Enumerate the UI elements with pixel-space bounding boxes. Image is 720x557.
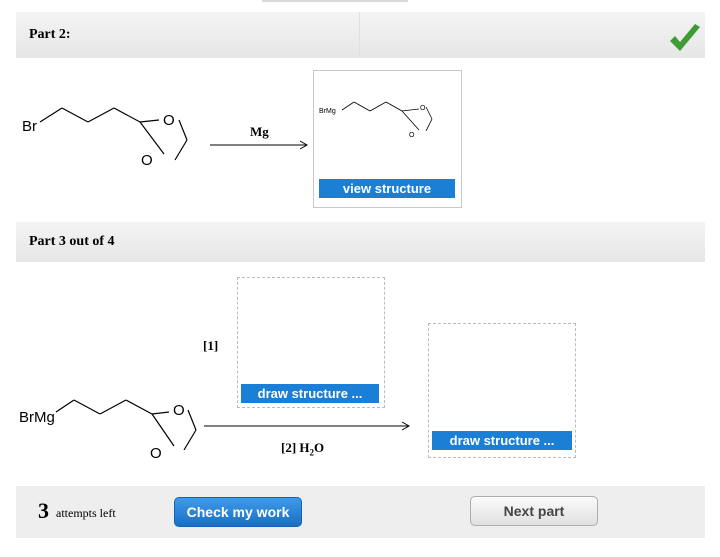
part3-title: Part 3 out of 4 (29, 234, 115, 249)
reactant-1-structure: Br O O (22, 107, 188, 169)
atom-o-top: O (420, 105, 426, 112)
step2-label: [2] H2O (281, 440, 325, 458)
checkmark-icon (670, 24, 700, 51)
atom-brmg: BrMg (19, 409, 55, 426)
part2-header: Part 2: (16, 12, 705, 58)
step1-label: [1] (203, 338, 219, 353)
atom-o-bottom: O (150, 445, 162, 462)
product-1-structure: BrMg O O (319, 101, 433, 139)
header-divider (359, 12, 360, 58)
view-structure-button[interactable]: view structure (319, 179, 455, 198)
footer-bar: 3 attempts left Check my work Next part (16, 486, 705, 538)
top-divider (262, 0, 408, 2)
atom-brmg: BrMg (319, 108, 336, 115)
draw-box-intermediate[interactable]: draw structure ... (237, 277, 385, 408)
attempts-text: attempts left (56, 506, 116, 520)
reaction-arrow-1 (210, 140, 309, 150)
atom-o-bottom: O (141, 152, 153, 169)
atom-o-bottom: O (409, 132, 415, 139)
part2-title: Part 2: (29, 27, 71, 42)
next-part-button[interactable]: Next part (470, 496, 598, 526)
part3-header: Part 3 out of 4 (16, 222, 705, 262)
atom-o-top: O (163, 112, 175, 129)
product-box: BrMg O O view structure (313, 70, 462, 208)
check-my-work-button[interactable]: Check my work (174, 497, 302, 527)
draw-structure-button-2[interactable]: draw structure ... (432, 431, 572, 450)
reactant-2-structure: BrMg O O (19, 399, 197, 462)
attempts-count: 3 (38, 498, 49, 523)
draw-structure-button-1[interactable]: draw structure ... (241, 384, 379, 403)
draw-box-product[interactable]: draw structure ... (428, 323, 576, 458)
atom-o-top: O (173, 402, 185, 419)
reaction-arrow-2 (204, 421, 411, 431)
atom-br: Br (22, 118, 37, 135)
